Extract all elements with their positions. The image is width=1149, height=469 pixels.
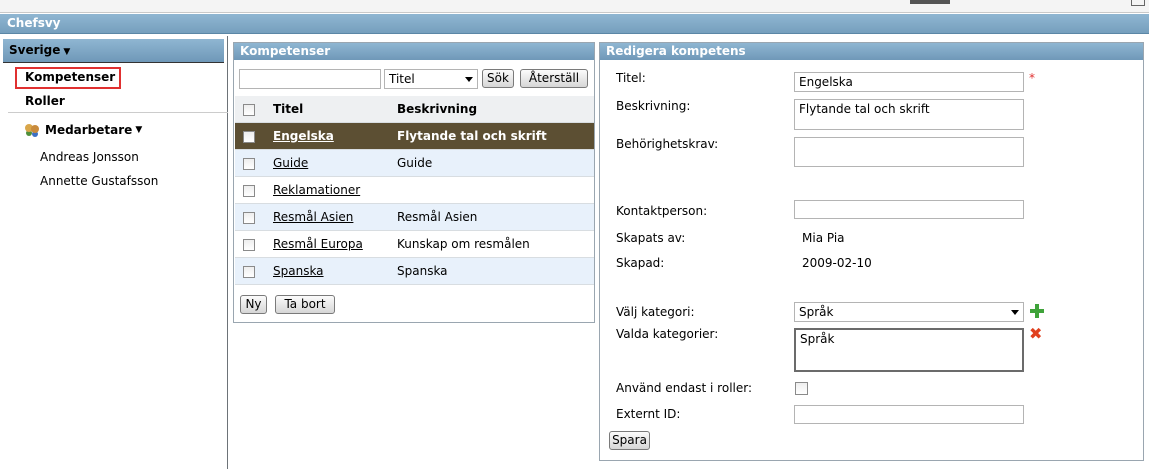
competence-list-panel: Kompetenser Titel Sök Återställ Titel Be… bbox=[233, 42, 595, 323]
dropdown-arrow-icon bbox=[465, 77, 473, 82]
selected-categories-label: Valda kategorier: bbox=[616, 327, 719, 341]
column-header-description[interactable]: Beskrivning bbox=[397, 102, 477, 116]
edit-competence-panel: Redigera kompetens Titel: Engelska * Bes… bbox=[599, 42, 1144, 461]
row-checkbox[interactable] bbox=[243, 131, 255, 143]
region-selector[interactable]: Sverige ▼ bbox=[3, 39, 224, 63]
row-title-link[interactable]: Reklamationer bbox=[273, 183, 360, 197]
created-value: 2009-02-10 bbox=[802, 256, 872, 270]
toolbar-icon bbox=[910, 0, 950, 4]
panel-title: Redigera kompetens bbox=[600, 43, 1143, 60]
row-checkbox[interactable] bbox=[243, 239, 255, 251]
select-value: Titel bbox=[389, 72, 415, 86]
description-textarea[interactable]: Flytande tal och skrift bbox=[794, 99, 1024, 130]
contact-input[interactable] bbox=[794, 200, 1024, 219]
table-row[interactable]: Spanska Spanska bbox=[235, 258, 594, 285]
row-title-link[interactable]: Engelska bbox=[273, 129, 334, 143]
requirements-label: Behörighetskrav: bbox=[616, 137, 719, 151]
row-description: Resmål Asien bbox=[397, 210, 478, 224]
row-description: Kunskap om resmålen bbox=[397, 237, 530, 251]
row-checkbox[interactable] bbox=[243, 212, 255, 224]
row-description: Flytande tal och skrift bbox=[397, 129, 547, 143]
left-nav: Sverige ▼ Kompetenser Roller Medarbetare ▼… bbox=[0, 36, 228, 469]
search-input[interactable] bbox=[239, 69, 381, 89]
roles-only-label: Använd endast i roller: bbox=[616, 381, 753, 395]
required-marker: * bbox=[1029, 71, 1035, 85]
nav-item-label: Roller bbox=[25, 94, 65, 108]
row-checkbox[interactable] bbox=[243, 158, 255, 170]
region-label: Sverige bbox=[9, 43, 61, 57]
row-checkbox[interactable] bbox=[243, 185, 255, 197]
selected-categories-list[interactable]: Språk bbox=[794, 328, 1024, 372]
reset-button[interactable]: Återställ bbox=[520, 69, 588, 88]
row-title-link[interactable]: Guide bbox=[273, 156, 308, 170]
row-title-link[interactable]: Spanska bbox=[273, 264, 324, 278]
dropdown-arrow-icon bbox=[1011, 310, 1019, 315]
column-header-title[interactable]: Titel bbox=[273, 102, 303, 116]
delete-button[interactable]: Ta bort bbox=[275, 295, 335, 314]
new-button[interactable]: Ny bbox=[240, 295, 267, 314]
contact-label: Kontaktperson: bbox=[616, 204, 708, 218]
nav-item-label: Medarbetare bbox=[45, 123, 133, 137]
nav-item-kompetenser[interactable]: Kompetenser bbox=[15, 67, 121, 89]
created-label: Skapad: bbox=[616, 256, 665, 270]
app-title-bar: Chefsvy bbox=[0, 14, 1149, 34]
search-button[interactable]: Sök bbox=[482, 69, 514, 88]
panel-title: Kompetenser bbox=[234, 43, 594, 60]
search-field-select[interactable]: Titel bbox=[384, 69, 478, 89]
select-value: Språk bbox=[799, 305, 834, 319]
window-control-icon[interactable] bbox=[1131, 0, 1145, 6]
table-row[interactable]: Reklamationer bbox=[235, 177, 594, 204]
select-all-checkbox[interactable] bbox=[243, 104, 255, 116]
browser-top-strip bbox=[0, 0, 1149, 13]
row-checkbox[interactable] bbox=[243, 266, 255, 278]
competence-table: Titel Beskrivning Engelska Flytande tal … bbox=[235, 96, 594, 285]
people-icon bbox=[25, 123, 41, 137]
app-title: Chefsvy bbox=[7, 16, 61, 30]
row-description: Spanska bbox=[397, 264, 448, 278]
add-icon[interactable] bbox=[1030, 304, 1044, 318]
title-input[interactable]: Engelska bbox=[794, 72, 1024, 92]
category-select[interactable]: Språk bbox=[794, 302, 1024, 322]
requirements-textarea[interactable] bbox=[794, 137, 1024, 167]
nav-divider bbox=[8, 112, 228, 113]
table-header: Titel Beskrivning bbox=[235, 96, 594, 123]
table-row[interactable]: Engelska Flytande tal och skrift bbox=[235, 123, 594, 150]
person-item[interactable]: Annette Gustafsson bbox=[40, 174, 158, 188]
table-row[interactable]: Resmål Asien Resmål Asien bbox=[235, 204, 594, 231]
roles-only-checkbox[interactable] bbox=[795, 382, 808, 395]
title-label: Titel: bbox=[616, 71, 646, 85]
nav-item-label: Kompetenser bbox=[25, 70, 116, 84]
remove-icon[interactable]: ✖ bbox=[1029, 326, 1045, 342]
save-button[interactable]: Spara bbox=[609, 431, 650, 450]
nav-item-roller[interactable]: Roller bbox=[25, 94, 65, 108]
nav-item-medarbetare[interactable]: Medarbetare ▼ bbox=[25, 123, 142, 137]
person-item[interactable]: Andreas Jonsson bbox=[40, 150, 139, 164]
external-id-input[interactable] bbox=[794, 405, 1024, 424]
created-by-value: Mia Pia bbox=[802, 231, 845, 245]
row-description: Guide bbox=[397, 156, 433, 170]
table-row[interactable]: Guide Guide bbox=[235, 150, 594, 177]
row-title-link[interactable]: Resmål Asien bbox=[273, 210, 353, 224]
description-label: Beskrivning: bbox=[616, 99, 691, 113]
external-id-label: Externt ID: bbox=[616, 407, 681, 421]
row-title-link[interactable]: Resmål Europa bbox=[273, 237, 363, 251]
created-by-label: Skapats av: bbox=[616, 231, 686, 245]
chevron-down-icon: ▼ bbox=[63, 47, 71, 57]
category-label: Välj kategori: bbox=[616, 305, 695, 319]
table-row[interactable]: Resmål Europa Kunskap om resmålen bbox=[235, 231, 594, 258]
chevron-down-icon: ▼ bbox=[135, 125, 143, 135]
